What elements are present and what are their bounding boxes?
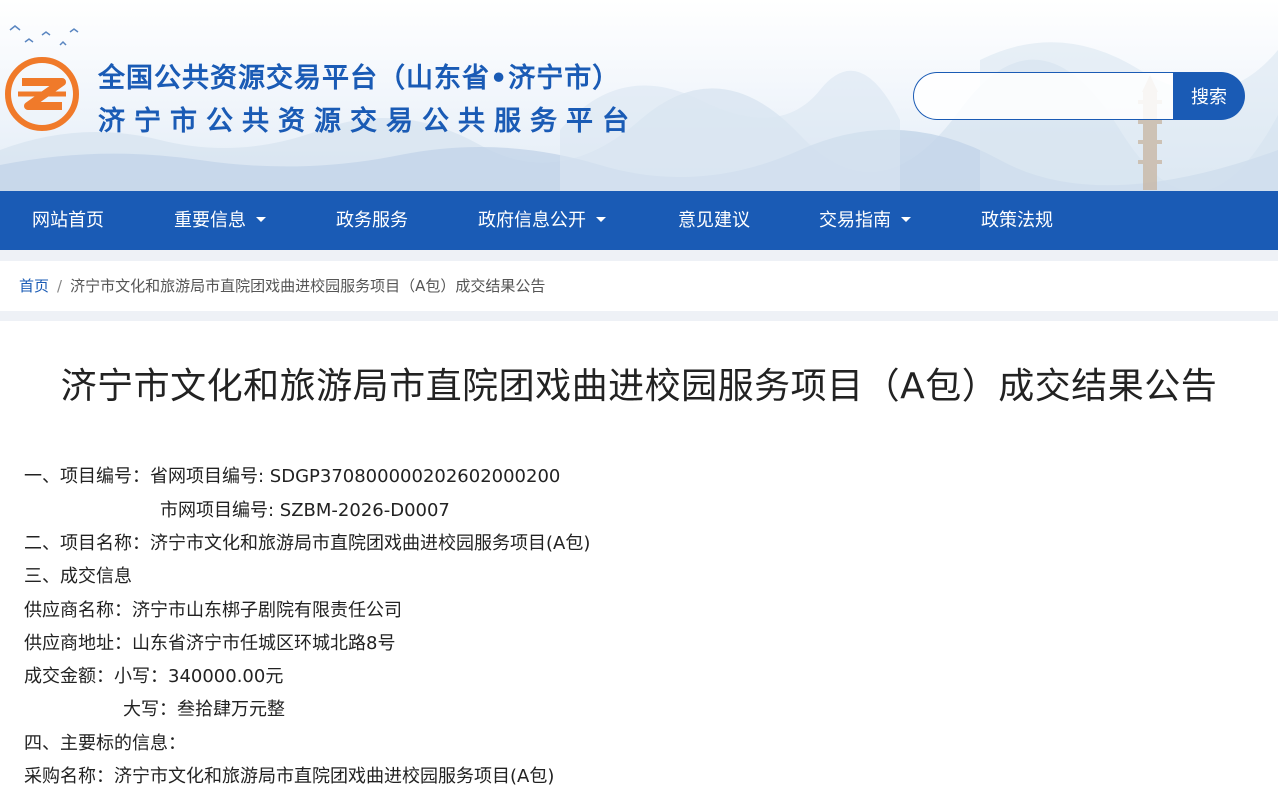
search-button[interactable]: 搜索 <box>1173 72 1245 120</box>
nav-item-government-services[interactable]: 政务服务 <box>336 191 408 250</box>
deal-amount-uppercase-line: 大写：叁拾肆万元整 <box>123 699 285 720</box>
city-project-number-line: 市网项目编号: SZBM-2026-D0007 <box>160 500 450 521</box>
nav-item-label: 政务服务 <box>336 210 408 231</box>
breadcrumb-current: 济宁市文化和旅游局市直院团戏曲进校园服务项目（A包）成交结果公告 <box>70 277 546 295</box>
platform-subtitle: 济宁市公共资源交易公共服务平台 <box>98 106 638 137</box>
nav-item-trading-guide[interactable]: 交易指南 <box>819 191 911 250</box>
project-name-line: 二、项目名称：济宁市文化和旅游局市直院团戏曲进校园服务项目(A包) <box>24 533 591 554</box>
main-subject-heading: 四、主要标的信息： <box>24 733 186 754</box>
birds-icon <box>9 25 79 46</box>
logo-icon <box>5 57 79 131</box>
platform-title: 全国公共资源交易平台（山东省•济宁市） <box>98 63 621 94</box>
caret-down-icon <box>256 216 266 222</box>
breadcrumb-home-link[interactable]: 首页 <box>19 277 49 295</box>
nav-item-label: 政府信息公开 <box>478 210 586 231</box>
breadcrumb: 首页 / 济宁市文化和旅游局市直院团戏曲进校园服务项目（A包）成交结果公告 <box>0 261 1278 311</box>
nav-item-label: 网站首页 <box>32 210 104 231</box>
supplier-address-line: 供应商地址：山东省济宁市任城区环城北路8号 <box>24 633 396 654</box>
nav-item-label: 重要信息 <box>174 210 246 231</box>
caret-down-icon <box>901 216 911 222</box>
nav-item-label: 意见建议 <box>678 210 750 231</box>
nav-item-policies[interactable]: 政策法规 <box>981 191 1053 250</box>
nav-item-feedback[interactable]: 意见建议 <box>678 191 750 250</box>
caret-down-icon <box>596 216 606 222</box>
search-input[interactable] <box>913 72 1175 120</box>
project-number-line: 一、项目编号：省网项目编号: SDGP370800000202602000200 <box>24 466 561 487</box>
nav-item-label: 政策法规 <box>981 210 1053 231</box>
breadcrumb-separator: / <box>57 277 63 295</box>
supplier-name-line: 供应商名称：济宁市山东梆子剧院有限责任公司 <box>24 600 402 621</box>
nav-item-label: 交易指南 <box>819 210 891 231</box>
main-nav: 网站首页 重要信息 政务服务 政府信息公开 意见建议 交易指南 政策法规 <box>0 191 1278 250</box>
deal-amount-line: 成交金额：小写：340000.00元 <box>24 666 284 687</box>
site-header: 全国公共资源交易平台（山东省•济宁市） 济宁市公共资源交易公共服务平台 搜索 <box>0 0 1278 191</box>
nav-item-home[interactable]: 网站首页 <box>32 191 104 250</box>
nav-item-info-disclosure[interactable]: 政府信息公开 <box>478 191 606 250</box>
nav-item-important-info[interactable]: 重要信息 <box>174 191 266 250</box>
article-title: 济宁市文化和旅游局市直院团戏曲进校园服务项目（A包）成交结果公告 <box>60 366 1218 407</box>
deal-info-heading: 三、成交信息 <box>24 566 132 587</box>
article-content: 济宁市文化和旅游局市直院团戏曲进校园服务项目（A包）成交结果公告 一、项目编号：… <box>0 321 1278 792</box>
purchase-name-line: 采购名称：济宁市文化和旅游局市直院团戏曲进校园服务项目(A包) <box>24 766 555 787</box>
